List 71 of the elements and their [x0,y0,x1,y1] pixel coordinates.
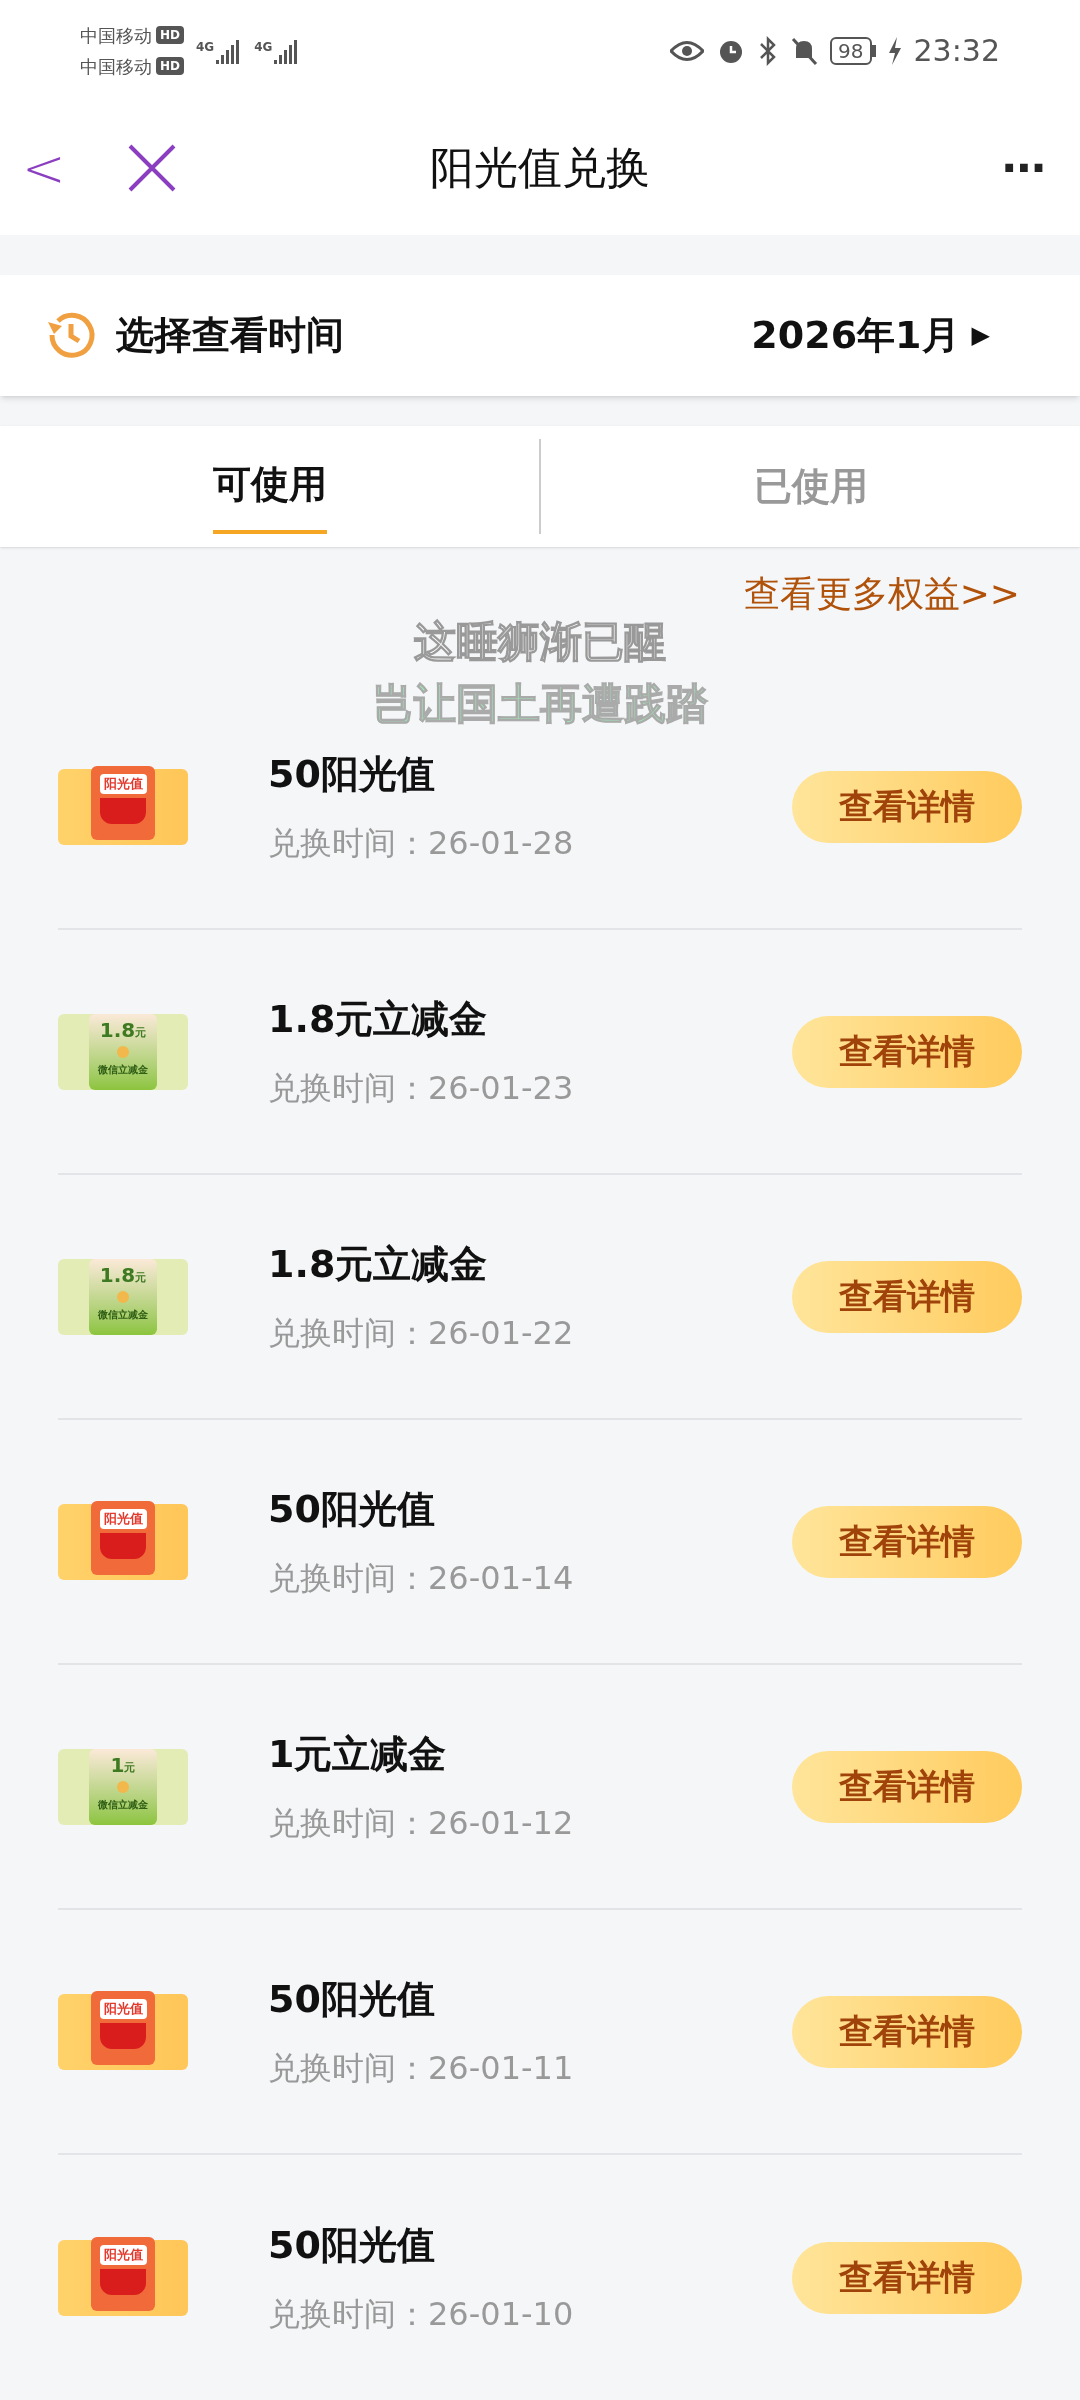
battery-indicator: 98 [830,36,872,65]
voucher-unit: 元 [135,1271,147,1286]
thumbnail-label: 阳光值 [99,1508,147,1529]
pocket-drawing [100,1532,146,1559]
more-benefits-link[interactable]: 查看更多权益>> [743,567,1020,621]
redeem-time-label: 兑换时间： [268,823,428,864]
time-picker-card[interactable]: 选择查看时间 2026年1月 ▶ [0,274,1080,396]
network-label: 4G [196,38,215,56]
eye-icon [670,39,705,62]
redeem-time-label: 兑换时间： [268,1558,428,1599]
voucher-amount: 1.8 [99,1017,136,1042]
redeem-time-label: 兑换时间： [268,1068,428,1109]
voucher-caption: 微信立减金 [98,1797,148,1812]
item-title: 50阳光值 [268,2222,436,2269]
time-picker-label: 选择查看时间 [116,311,344,359]
item-title: 50阳光值 [268,1976,436,2023]
view-details-button[interactable]: 查看详情 [792,770,1022,843]
voucher-unit: 元 [124,1761,136,1776]
voucher-amount: 1.8 [99,1262,136,1287]
view-details-button[interactable]: 查看详情 [792,1260,1022,1333]
voucher-caption: 微信立减金 [98,1307,148,1322]
voucher-caption: 微信立减金 [98,1062,148,1077]
redeem-time-label: 兑换时间： [268,1803,428,1844]
thumbnail-label: 阳光值 [99,773,147,794]
view-details-button[interactable]: 查看详情 [792,1750,1022,1823]
voucher-amount: 1 [110,1752,125,1777]
redeem-time: 26-01-10 [428,2294,574,2335]
selected-month: 2026年1月 [751,311,960,359]
redeem-time: 26-01-28 [428,823,574,864]
item-title: 1.8元立减金 [268,1241,489,1288]
redeem-time: 26-01-11 [428,2048,574,2089]
charging-icon [887,35,902,66]
carrier-label: 中国移动 [80,54,152,79]
tab[interactable]: 可使用 [212,438,327,534]
voucher-unit: 元 [135,1026,147,1041]
pocket-drawing [100,797,146,824]
view-details-button[interactable]: 查看详情 [792,2241,1022,2314]
tab[interactable]: 已使用 [753,438,868,534]
status-time: 23:32 [913,32,1000,71]
thumbnail-label: 阳光值 [99,1998,147,2019]
coin-icon [117,1045,129,1058]
view-details-button[interactable]: 查看详情 [792,1505,1022,1578]
overlay-caption: 这睡狮渐已醒 [414,616,666,668]
item-title: 50阳光值 [268,751,436,798]
carrier-label: 中国移动 [80,23,152,48]
redeem-time-label: 兑换时间： [268,2048,428,2089]
hd-badge: HD [156,26,184,45]
hd-badge: HD [156,57,184,76]
redeem-time-label: 兑换时间： [268,2294,428,2335]
coin-icon [117,1290,129,1303]
back-button[interactable]: < [22,142,62,195]
view-details-button[interactable]: 查看详情 [792,1995,1022,2068]
arrow-icon: ▶ [971,317,990,354]
redeem-time: 26-01-12 [428,1803,574,1844]
redeem-time: 26-01-23 [428,1068,574,1109]
view-details-button[interactable]: 查看详情 [792,1015,1022,1088]
pocket-drawing [100,2022,146,2049]
pocket-drawing [100,2268,146,2295]
overlay-caption: 岂让国土再遭践踏 [372,678,708,730]
item-title: 50阳光值 [268,1486,436,1533]
more-button[interactable]: ⋯ [1002,135,1046,202]
thumbnail-label: 阳光值 [99,2244,147,2265]
redeem-time-label: 兑换时间： [268,1313,428,1354]
bell-off-icon [790,35,819,66]
network-label: 4G [254,38,273,56]
coin-icon [117,1780,129,1793]
item-title: 1.8元立减金 [268,996,489,1043]
item-title: 1元立减金 [268,1731,448,1778]
page-title: 阳光值兑换 [430,141,650,196]
redeem-time: 26-01-14 [428,1558,574,1599]
redeem-time: 26-01-22 [428,1313,574,1354]
